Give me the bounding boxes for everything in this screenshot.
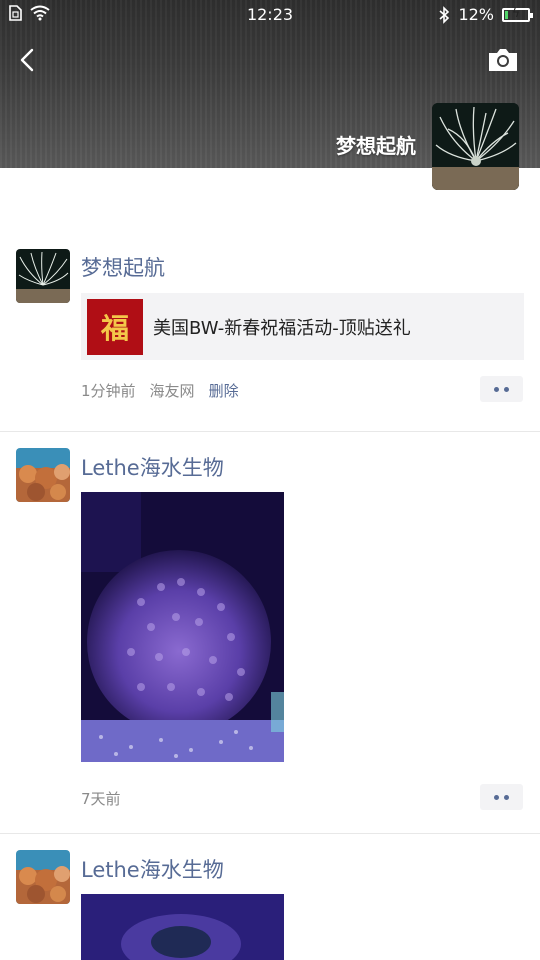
post-meta: 1分钟前 海友网 删除 [81, 380, 239, 401]
bluetooth-icon [439, 5, 450, 24]
fu-character: 福 [100, 311, 129, 345]
post-photo[interactable] [81, 894, 284, 960]
post-time: 1分钟前 [81, 382, 136, 400]
avatar[interactable] [16, 850, 70, 904]
coral-photo-image [81, 492, 284, 762]
post-photo[interactable] [81, 492, 284, 762]
post-author[interactable]: Lethe海水生物 [81, 452, 224, 482]
post-author[interactable]: Lethe海水生物 [81, 854, 224, 884]
back-arrow-icon[interactable] [14, 44, 42, 76]
dot-icon [494, 386, 499, 392]
dot-icon [504, 794, 509, 800]
profile-name[interactable]: 梦想起航 [336, 130, 416, 159]
coral-photo-image [81, 894, 284, 960]
post-source[interactable]: 海友网 [150, 380, 195, 401]
feed-post: Lethe海水生物 [0, 834, 540, 960]
battery-percent: 12% [458, 5, 494, 24]
delete-button[interactable]: 删除 [209, 380, 239, 401]
status-bar: 12:23 12% ϟ [0, 0, 540, 30]
link-thumbnail: 福 [87, 298, 143, 355]
anemone-avatar-image [16, 249, 70, 303]
avatar[interactable] [16, 249, 70, 303]
dot-icon [494, 794, 499, 800]
coral-avatar-image [16, 448, 70, 502]
link-title: 美国BW-新春祝福活动-顶贴送礼 [153, 317, 411, 339]
more-options-button[interactable] [480, 376, 523, 402]
camera-icon[interactable] [486, 46, 520, 74]
battery-icon: ϟ [502, 5, 533, 22]
coral-avatar-image [16, 850, 70, 904]
feed-post: Lethe海水生物 [0, 432, 540, 834]
dot-icon [504, 386, 509, 392]
status-right: 12% ϟ [438, 5, 533, 24]
feed-post: 梦想起航 福 美国BW-新春祝福活动-顶贴送礼 1分钟前 海友网 删除 [0, 230, 540, 432]
link-card[interactable]: 福 美国BW-新春祝福活动-顶贴送礼 [81, 293, 524, 360]
post-time: 7天前 [81, 790, 121, 808]
avatar[interactable] [16, 448, 70, 502]
post-meta: 7天前 [81, 788, 121, 809]
profile-avatar[interactable] [432, 103, 519, 190]
more-options-button[interactable] [480, 784, 523, 810]
anemone-avatar-image [432, 103, 519, 190]
charging-icon: ϟ [512, 5, 520, 20]
battery-level [505, 10, 508, 19]
post-author[interactable]: 梦想起航 [81, 252, 165, 282]
